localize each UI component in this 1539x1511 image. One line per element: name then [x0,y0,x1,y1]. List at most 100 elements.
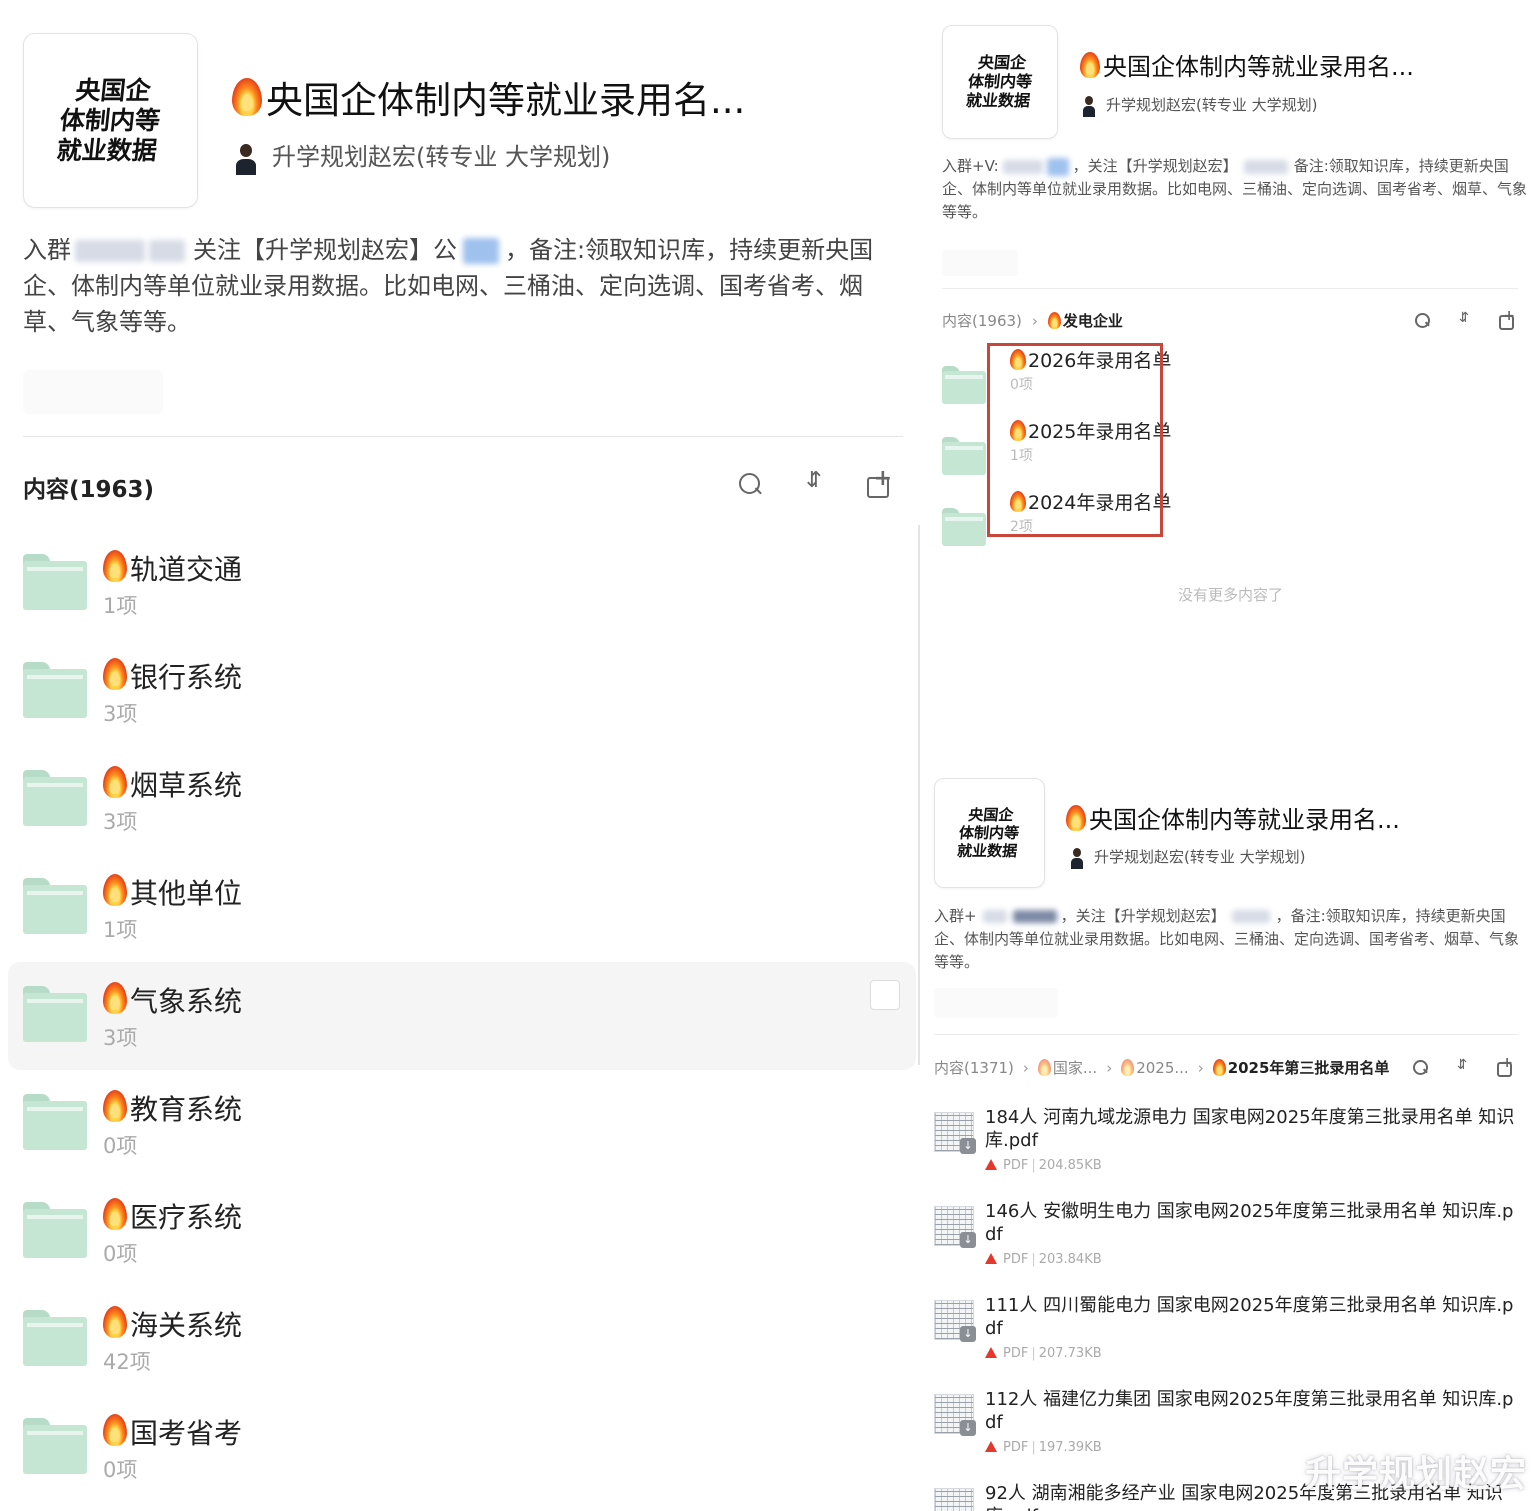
folder-name: 轨道交通 [130,553,243,586]
redacted-contact [149,240,185,262]
divider [934,1034,1518,1035]
collection-description: 入群 关注【升学规划赵宏】公 ，备注:领取知识库，持续更新央国企、体制内等单位就业录… [23,236,874,336]
fire-icon [103,1198,127,1230]
add-folder-icon[interactable] [864,466,892,499]
fire-icon [103,982,127,1014]
collection-title: 央国企体制内等就业录用名... [1080,47,1414,82]
folder-item[interactable]: 海关系统 42项 [0,1286,920,1394]
fire-icon [103,550,127,582]
pdf-icon [985,1159,997,1170]
author-line[interactable]: 升学规划赵宏(转专业 大学规划) [1080,94,1317,117]
redacted-badge [463,238,499,264]
folder-icon [23,1310,87,1367]
folder-item[interactable]: 教育系统 0项 [0,1070,920,1178]
author-line[interactable]: 升学规划赵宏(转专业 大学规划) [1068,846,1305,869]
sort-icon[interactable] [1455,310,1473,329]
folder-icon [942,508,986,546]
avatar [232,141,260,175]
folder-item[interactable]: 烟草系统 3项 [0,746,920,854]
breadcrumb-root[interactable]: 内容(1963) [942,312,1022,330]
collection-logo: 央国企 体制内等 就业数据 [934,778,1045,888]
pdf-icon [985,1253,997,1264]
faded-button[interactable] [934,988,1058,1018]
sort-icon[interactable] [800,468,828,498]
file-item[interactable]: ↓ 146人 安徽明生电力 国家电网2025年度第三批录用名单 知识库.pdf … [934,1200,1524,1290]
chevron-right-icon: › [1031,312,1038,330]
fire-icon [1121,1059,1135,1076]
search-icon[interactable] [736,470,764,498]
folder-item[interactable]: 其他单位 1项 [0,854,920,962]
fire-icon [103,1306,127,1338]
file-meta: PDF | 197.39KB [985,1440,1102,1455]
fire-icon [1080,52,1100,78]
add-folder-icon[interactable] [1497,308,1515,331]
select-checkbox[interactable] [870,980,900,1010]
watermark: 升学规划赵宏 [1304,1454,1527,1495]
breadcrumb-level2[interactable]: 2025... [1121,1059,1189,1077]
folder-item-hovered[interactable]: 气象系统 3项 [8,962,916,1070]
redacted-contact [1231,910,1270,923]
fire-icon [103,1090,127,1122]
breadcrumb-root[interactable]: 内容(1371) [934,1059,1014,1077]
folder-item[interactable]: 医疗系统 0项 [0,1178,920,1286]
faded-button[interactable] [23,370,163,414]
download-icon: ↓ [960,1420,976,1436]
file-item[interactable]: ↓ 184人 河南九域龙源电力 国家电网2025年度第三批录用名单 知识库.pd… [934,1106,1524,1196]
file-meta: PDF | 203.84KB [985,1252,1102,1267]
folder-icon [942,366,986,404]
download-icon: ↓ [960,1326,976,1342]
collection-logo: 央国企 体制内等 就业数据 [23,33,198,208]
toolbar [1413,308,1515,331]
folder-count: 3项 [103,702,138,726]
author-line[interactable]: 升学规划赵宏(转专业 大学规划) [232,137,610,175]
search-icon[interactable] [1411,1058,1429,1076]
avatar [1080,95,1098,117]
redacted-contact [1243,159,1288,174]
folder-count: 0项 [103,1242,138,1266]
faded-button[interactable] [942,250,1018,276]
file-item[interactable]: ↓ 111人 四川蜀能电力 国家电网2025年度第三批录用名单 知识库.pdf … [934,1294,1524,1384]
breadcrumb-current: 2025年第三批录用名单 [1212,1059,1389,1077]
search-icon[interactable] [1413,311,1431,329]
folder-icon [23,1418,87,1475]
folder-count: 42项 [103,1350,151,1374]
folder-name: 气象系统 [130,985,243,1018]
file-name: 112人 福建亿力集团 国家电网2025年度第三批录用名单 知识库.pdf [985,1389,1514,1433]
pdf-thumbnail: ↓ [934,1394,976,1436]
fire-icon [103,1414,127,1446]
scrollbar[interactable] [918,525,920,1065]
toolbar [736,466,892,499]
pdf-thumbnail: ↓ [934,1112,976,1154]
fire-icon [103,766,127,798]
breadcrumb: 内容(1963) › 发电企业 [942,310,1123,331]
folder-name: 国考省考 [130,1417,243,1450]
collection-title: 央国企体制内等就业录用名... [232,70,745,124]
add-folder-icon[interactable] [1495,1055,1513,1078]
folder-icon [23,554,87,611]
content-count-header: 内容(1963) [23,477,155,503]
redacted-contact [75,240,145,262]
folder-name: 海关系统 [130,1309,243,1342]
folder-count: 3项 [103,810,138,834]
fire-icon [1212,1059,1226,1076]
folder-name: 医疗系统 [130,1201,243,1234]
folder-name: 其他单位 [130,877,243,910]
pdf-icon [985,1347,997,1358]
collection-logo: 央国企 体制内等 就业数据 [942,25,1058,139]
folder-icon [23,986,87,1043]
fire-icon [232,78,262,116]
folder-name: 银行系统 [130,661,243,694]
redacted-badge [1046,157,1069,176]
folder-item[interactable]: 国考省考 0项 [0,1394,920,1502]
folder-icon [23,770,87,827]
redacted-contact [1012,910,1057,923]
breadcrumb-level1[interactable]: 国家... [1037,1059,1097,1077]
fire-icon [103,874,127,906]
collection-description: 入群+ ，关注【升学规划赵宏】 ，备注:领取知识库，持续更新央国企、体制内等单位就业… [934,907,1520,971]
subfolder-panel: 央国企 体制内等 就业数据 央国企体制内等就业录用名... 升学规划赵宏(转专业… [928,0,1533,760]
fire-icon [1066,805,1086,831]
folder-item[interactable]: 银行系统 3项 [0,638,920,746]
sort-icon[interactable] [1453,1057,1471,1076]
folder-item[interactable]: 轨道交通 1项 [0,530,920,638]
avatar [1068,847,1086,869]
